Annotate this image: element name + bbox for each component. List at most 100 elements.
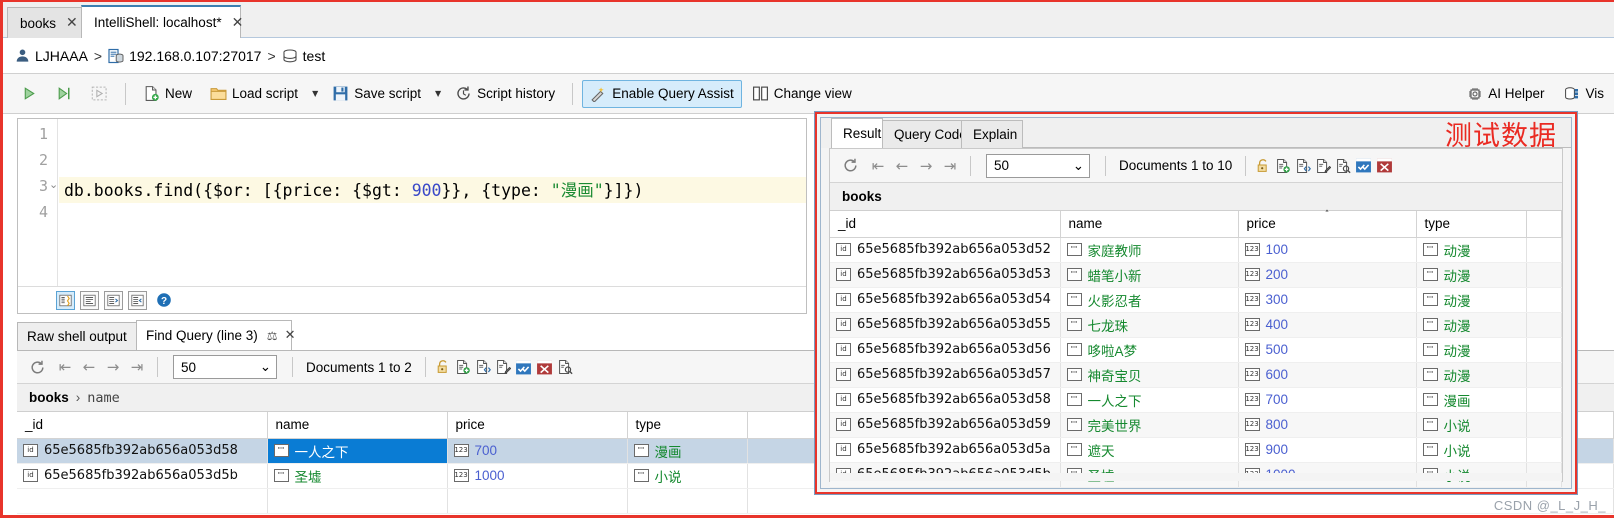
script-history-button[interactable]: Script history — [447, 80, 563, 108]
cell-price[interactable]: 123 600 — [1238, 362, 1417, 388]
table-row[interactable]: id 65e5685fb392ab656a053d55 "" 七龙珠 123 400 "" 动… — [830, 312, 1562, 338]
column-header-name[interactable]: name — [1060, 211, 1239, 238]
cell-name[interactable]: "" 圣墟 — [267, 463, 448, 489]
visual-explain-button[interactable]: Vis — [1556, 80, 1612, 108]
cell-id[interactable]: id 65e5685fb392ab656a053d52 — [830, 237, 1061, 263]
cell-type[interactable]: "" 漫画 — [627, 438, 748, 464]
run-button[interactable] — [13, 80, 46, 108]
cell-name[interactable]: "" 火影忍者 — [1060, 287, 1239, 313]
cell-type[interactable]: "" 动漫 — [1416, 237, 1527, 263]
cell-id[interactable]: id 65e5685fb392ab656a053d58 — [17, 438, 268, 464]
table-row[interactable]: id 65e5685fb392ab656a053d53 "" 蜡笔小新 123 200 ""… — [830, 262, 1562, 288]
script-editor[interactable]: 1 2 3 4 db.books.find({$or: [{price: {$g… — [17, 118, 807, 314]
first-page-icon[interactable]: ⇤ — [54, 358, 76, 376]
apply-changes-icon[interactable] — [1355, 157, 1372, 174]
cell-type[interactable]: "" 漫画 — [1416, 387, 1527, 413]
new-script-button[interactable]: New — [135, 80, 200, 108]
previous-page-icon[interactable]: ← — [78, 358, 100, 376]
pin-icon[interactable]: ⚖ — [267, 329, 278, 343]
tab-find-query[interactable]: Find Query (line 3) ⚖ ✕ — [136, 320, 295, 350]
cell-name[interactable]: "" 哆啦A梦 — [1060, 337, 1239, 363]
cell-type[interactable]: "" 小说 — [627, 463, 748, 489]
cell-id[interactable]: id 65e5685fb392ab656a053d5b — [17, 463, 268, 489]
inspect-document-icon[interactable] — [557, 359, 573, 375]
horizontal-scrollbar[interactable] — [830, 473, 1562, 481]
cell-name[interactable]: "" 一人之下 — [1060, 387, 1239, 413]
cell-price[interactable]: 123 500 — [1238, 337, 1417, 363]
chevron-down-icon[interactable]: ⌄ — [260, 359, 271, 375]
cell-type[interactable]: "" 小说 — [1416, 437, 1527, 463]
table-row[interactable]: id 65e5685fb392ab656a053d59 "" 完美世界 123 800 ""… — [830, 412, 1562, 438]
tab-query-code[interactable]: Query Code — [882, 120, 967, 148]
cell-type[interactable]: "" 动漫 — [1416, 362, 1527, 388]
column-header-type[interactable]: type — [627, 412, 748, 439]
tab-explain[interactable]: Explain — [961, 120, 1023, 148]
cell-price[interactable]: 123 1000 — [447, 463, 628, 489]
breadcrumb-server[interactable]: 192.168.0.107:27017 — [108, 48, 261, 64]
cancel-changes-icon[interactable] — [536, 359, 553, 376]
cell-name[interactable]: "" 遮天 — [1060, 437, 1239, 463]
lock-icon[interactable] — [435, 359, 451, 375]
code-area[interactable]: db.books.find({$or: [{price: {$gt: 900}}… — [59, 119, 806, 286]
page-size-select[interactable]: 50 ⌄ — [173, 355, 277, 379]
refresh-icon[interactable] — [842, 157, 859, 174]
table-row[interactable]: id 65e5685fb392ab656a053d52 "" 家庭教师 123 100 ""… — [830, 237, 1562, 263]
run-selection-button[interactable] — [48, 80, 81, 108]
apply-changes-icon[interactable] — [515, 359, 532, 376]
fold-marker-icon[interactable]: ⌄ — [49, 178, 58, 191]
cell-price[interactable]: 123 900 — [1238, 437, 1417, 463]
load-script-button[interactable]: Load script — [202, 80, 306, 108]
table-row[interactable]: id 65e5685fb392ab656a053d5a "" 遮天 123 900 "" 小说 — [830, 437, 1562, 463]
cell-name[interactable]: "" 完美世界 — [1060, 412, 1239, 438]
cell-type[interactable]: "" 动漫 — [1416, 287, 1527, 313]
save-script-button[interactable]: Save script — [324, 80, 429, 108]
code-line-3[interactable]: db.books.find({$or: [{price: {$gt: 900}}… — [59, 177, 806, 203]
ai-helper-button[interactable]: AI Helper — [1459, 80, 1552, 108]
cell-id[interactable]: id 65e5685fb392ab656a053d54 — [830, 287, 1061, 313]
cell-price[interactable]: 123 400 — [1238, 312, 1417, 338]
table-row[interactable]: id 65e5685fb392ab656a053d58 "" 一人之下 123 700 ""… — [830, 387, 1562, 413]
cell-price[interactable]: 123 200 — [1238, 262, 1417, 288]
cell-id[interactable]: id 65e5685fb392ab656a053d53 — [830, 262, 1061, 288]
cell-id[interactable]: id 65e5685fb392ab656a053d59 — [830, 412, 1061, 438]
cell-id[interactable]: id 65e5685fb392ab656a053d57 — [830, 362, 1061, 388]
add-document-icon[interactable] — [455, 359, 471, 375]
cell-price[interactable]: 123 300 — [1238, 287, 1417, 313]
clone-document-icon[interactable] — [475, 359, 491, 375]
page-size-select[interactable]: 50 ⌄ — [986, 153, 1090, 178]
tab-books[interactable]: books ✕ — [7, 7, 83, 38]
breadcrumb-database[interactable]: test — [282, 48, 325, 64]
cell-type[interactable]: "" 动漫 — [1416, 312, 1527, 338]
run-block-button[interactable] — [83, 80, 116, 108]
column-header-type[interactable]: type — [1416, 211, 1527, 238]
edit-document-icon[interactable] — [1315, 158, 1332, 174]
enable-query-assist-button[interactable]: Enable Query Assist — [582, 79, 742, 108]
help-icon[interactable]: ? — [156, 292, 172, 308]
cell-price[interactable]: 123 100 — [1238, 237, 1417, 263]
cell-name[interactable]: "" 家庭教师 — [1060, 237, 1239, 263]
last-page-icon[interactable]: ⇥ — [126, 358, 148, 376]
load-script-dropdown-icon[interactable]: ▼ — [312, 89, 318, 98]
cell-name[interactable]: "" 神奇宝贝 — [1060, 362, 1239, 388]
table-row[interactable]: id 65e5685fb392ab656a053d54 "" 火影忍者 123 300 ""… — [830, 287, 1562, 313]
cell-id[interactable]: id 65e5685fb392ab656a053d5a — [830, 437, 1061, 463]
column-header-id[interactable]: _id — [17, 412, 268, 439]
column-header-price[interactable]: price ˄ — [1238, 210, 1417, 238]
inspect-document-icon[interactable] — [1335, 158, 1351, 174]
previous-page-icon[interactable]: ← — [891, 157, 913, 175]
cell-price[interactable]: 123 800 — [1238, 412, 1417, 438]
first-page-icon[interactable]: ⇤ — [867, 157, 889, 175]
cell-type[interactable]: "" 动漫 — [1416, 262, 1527, 288]
column-header-name[interactable]: name — [267, 412, 448, 439]
save-script-dropdown-icon[interactable]: ▼ — [435, 89, 441, 98]
tab-result[interactable]: Result — [831, 118, 883, 148]
indent-left-icon[interactable] — [128, 290, 147, 310]
change-view-button[interactable]: Change view — [744, 80, 860, 108]
close-icon[interactable]: ✕ — [232, 16, 244, 30]
next-page-icon[interactable]: → — [915, 157, 937, 175]
last-page-icon[interactable]: ⇥ — [939, 157, 961, 175]
table-row[interactable]: id 65e5685fb392ab656a053d56 "" 哆啦A梦 123 500 ""… — [830, 337, 1562, 363]
tab-intellishell-localhost[interactable]: IntelliShell: localhost* ✕ — [81, 5, 244, 38]
cell-id[interactable]: id 65e5685fb392ab656a053d56 — [830, 337, 1061, 363]
tab-raw-shell-output[interactable]: Raw shell output — [17, 322, 137, 350]
